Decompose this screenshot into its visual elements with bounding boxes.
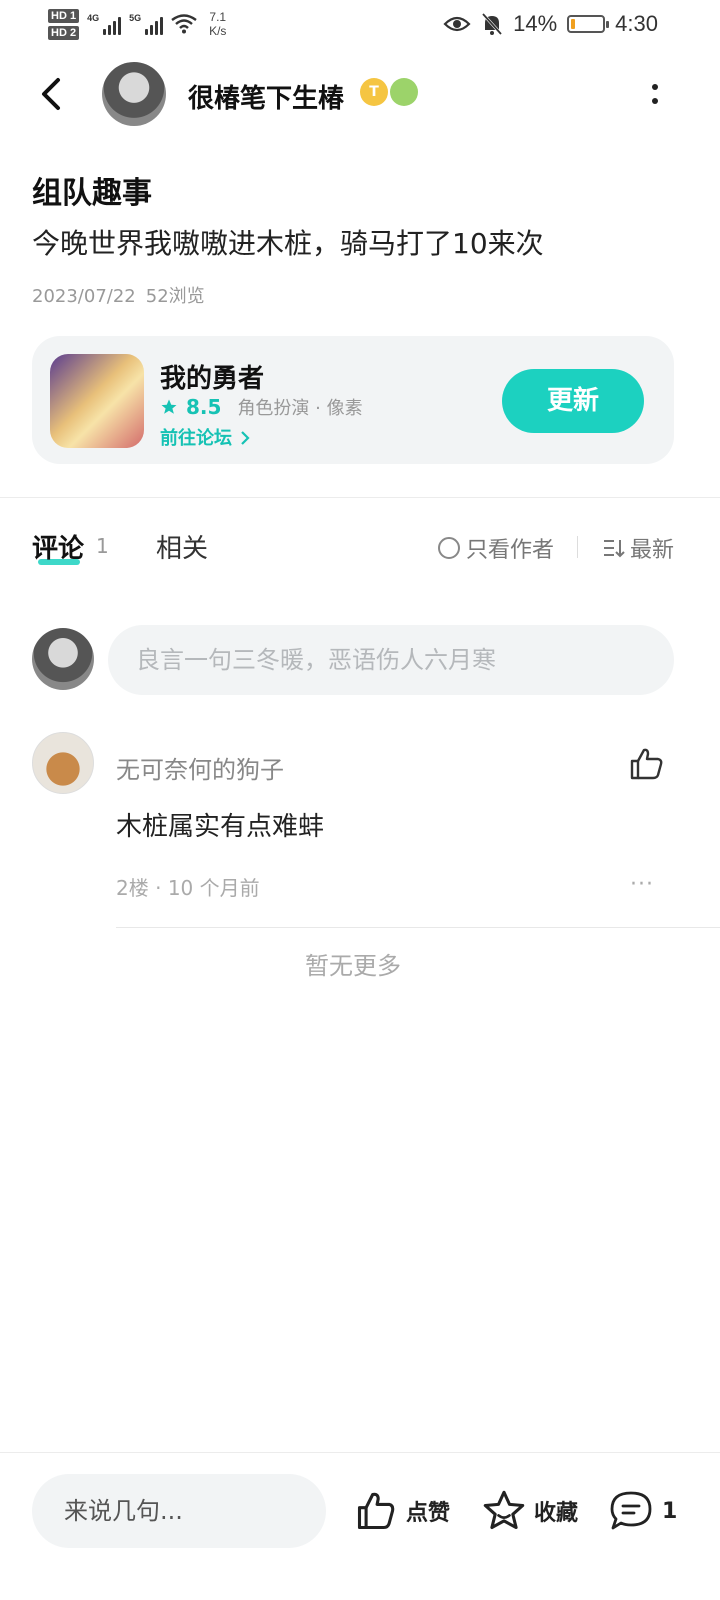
commenter-name[interactable]: 无可奈何的狗子 [116, 750, 284, 785]
signal-icon: 4G [87, 13, 122, 35]
star-icon [161, 399, 177, 414]
sort-icon [603, 540, 625, 558]
back-button[interactable] [30, 72, 74, 116]
coin-badge-icon: T [360, 78, 388, 106]
comment-text: 木桩属实有点难蚌 [116, 812, 325, 842]
radio-icon [437, 537, 460, 559]
battery-fill [571, 19, 576, 29]
tab-related[interactable]: 相关 [156, 528, 208, 565]
dot [652, 84, 658, 90]
comment-divider [116, 927, 720, 928]
filter-separator [577, 536, 578, 558]
favorite-button[interactable]: 收藏 [482, 1488, 578, 1534]
comment-tabs: 评论 1 相关 只看作者 最新 [32, 528, 674, 568]
bottom-bar-border [0, 1452, 720, 1453]
game-card[interactable]: 我的勇者 8.5 角色扮演 · 像素 前往论坛 更新 [32, 336, 674, 464]
update-button[interactable]: 更新 [502, 369, 644, 433]
forum-link-label: 前往论坛 [160, 428, 232, 449]
speed-value: 7.1 [209, 10, 227, 24]
wifi-icon [171, 14, 197, 34]
commenter-avatar[interactable] [32, 732, 94, 794]
comment-floor: 2楼 [116, 876, 149, 900]
mute-bell-icon [482, 12, 503, 36]
post-meta: 2023/07/22 52浏览 [32, 282, 205, 308]
network-speed: 7.1 K/s [209, 10, 226, 38]
hd1-label: HD 1 [48, 8, 80, 23]
post-date: 2023/07/22 [32, 286, 136, 307]
comment-input[interactable] [108, 625, 674, 695]
like-label: 点赞 [406, 1501, 451, 1526]
author-only-label: 只看作者 [465, 538, 554, 563]
my-avatar [32, 628, 94, 690]
author-name[interactable]: 很椿笔下生椿 [188, 78, 344, 115]
quick-comment-input[interactable] [32, 1474, 326, 1548]
author-only-toggle[interactable]: 只看作者 [437, 532, 554, 564]
author-avatar[interactable] [102, 62, 166, 126]
sim2-label: 5G [129, 13, 142, 23]
more-options-button[interactable] [640, 76, 670, 112]
status-left: HD 1 HD 2 4G 5G 7.1 K/s [48, 4, 226, 44]
game-tags: 角色扮演 · 像素 [237, 398, 363, 419]
comment-count: 1 [96, 534, 109, 558]
dot [652, 98, 658, 104]
author-badges: T [360, 78, 418, 106]
post-header: 很椿笔下生椿 T [0, 58, 720, 130]
comment-like-button[interactable] [626, 744, 666, 784]
hd2-label: HD 2 [48, 25, 80, 40]
character-badge-icon [390, 78, 418, 106]
post-title: 组队趣事 [32, 176, 152, 211]
sim1-label: 4G [87, 13, 100, 23]
status-bar: HD 1 HD 2 4G 5G 7.1 K/s 14% 4:30 [0, 0, 720, 48]
game-name: 我的勇者 [160, 364, 265, 394]
post-views: 52浏览 [145, 286, 205, 307]
game-rating: 8.5 [186, 395, 222, 419]
thumbs-up-icon [630, 748, 663, 780]
section-divider [0, 497, 720, 498]
comment-more-button[interactable]: ··· [630, 872, 654, 897]
game-info-row: 8.5 角色扮演 · 像素 [160, 394, 363, 420]
signal-icon: 5G [129, 13, 164, 35]
sort-label: 最新 [629, 538, 674, 563]
eye-icon [443, 16, 471, 32]
clock: 4:30 [615, 11, 658, 36]
hd-icon: HD 1 HD 2 [48, 8, 80, 40]
forum-link[interactable]: 前往论坛 [160, 424, 252, 450]
thumbs-up-icon [357, 1492, 395, 1530]
comments-button[interactable]: 1 [608, 1488, 677, 1534]
status-right: 14% 4:30 [443, 8, 658, 40]
favorite-label: 收藏 [534, 1501, 579, 1526]
star-icon [483, 1490, 525, 1530]
chevron-right-icon [241, 431, 250, 445]
tab-comments[interactable]: 评论 [32, 528, 84, 565]
like-button[interactable]: 点赞 [354, 1488, 450, 1534]
battery-percent: 14% [513, 11, 558, 36]
no-more-label: 暂无更多 [305, 952, 401, 980]
speed-unit: K/s [209, 24, 227, 38]
comment-meta: 2楼 · 10 个月前 [116, 876, 260, 900]
comment-bubble-icon [610, 1491, 652, 1530]
comments-count: 1 [662, 1498, 678, 1524]
battery-icon [567, 15, 610, 33]
comment-time: 10 个月前 [167, 876, 260, 900]
game-icon[interactable] [50, 354, 144, 448]
post-body: 今晚世界我嗷嗷进木桩，骑马打了10来次 [32, 227, 544, 260]
chevron-left-icon [42, 78, 60, 110]
sort-toggle[interactable]: 最新 [602, 532, 674, 564]
